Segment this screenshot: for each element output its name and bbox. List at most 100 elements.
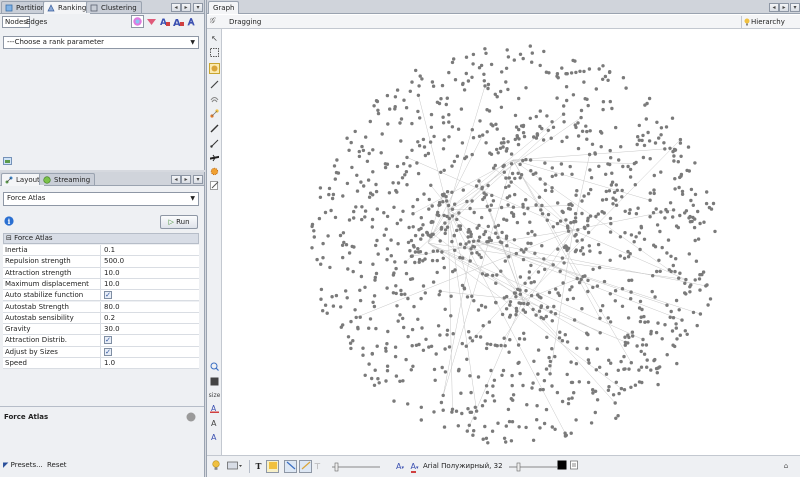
ranking-results-icon[interactable] xyxy=(3,157,12,165)
graph-node xyxy=(635,344,639,348)
property-row[interactable]: Speed 1.0 xyxy=(3,358,199,370)
graph-node xyxy=(531,438,536,442)
brush-icon[interactable] xyxy=(209,80,220,91)
graph-node xyxy=(622,256,627,260)
label-style-icon[interactable]: A xyxy=(209,432,220,443)
property-value[interactable]: 1.0 xyxy=(104,358,115,368)
tab-menu-button[interactable]: ▾ xyxy=(193,3,203,12)
property-value[interactable]: 0.2 xyxy=(104,313,115,323)
label-attribute-icon[interactable] xyxy=(569,460,578,473)
lightbulb-icon[interactable] xyxy=(211,460,221,473)
graph-node xyxy=(626,316,631,320)
graph-node xyxy=(504,307,509,311)
layout-next-button[interactable]: ▸ xyxy=(181,175,191,184)
graph-node xyxy=(414,343,419,347)
tab-graph[interactable]: Graph xyxy=(208,1,240,14)
property-row[interactable]: Gravity 30.0 xyxy=(3,324,199,336)
properties-header[interactable]: ⊟ Force Atlas xyxy=(3,233,199,244)
graph-node xyxy=(558,269,562,273)
presets-button[interactable]: ◤ Presets... xyxy=(3,461,43,469)
size-icon[interactable] xyxy=(145,15,158,28)
font-icon[interactable]: A xyxy=(209,418,220,429)
label-color-swatch[interactable] xyxy=(556,460,567,473)
label-color-icon[interactable]: A xyxy=(158,15,171,28)
gear-icon[interactable] xyxy=(209,167,220,178)
node-labels-toggle-icon[interactable] xyxy=(266,460,279,473)
graph-node xyxy=(674,322,678,326)
tab-prev-button[interactable]: ◂ xyxy=(171,3,181,12)
layout-algorithm-select[interactable]: Force Atlas ▼ xyxy=(3,192,199,206)
font-color-icon[interactable]: A▾ xyxy=(408,460,421,473)
text-tool-icon[interactable]: T xyxy=(253,460,264,473)
screenshot-menu-icon[interactable] xyxy=(227,460,243,473)
heat-icon[interactable] xyxy=(209,95,220,106)
edge-thickness-icon[interactable]: ⊤ xyxy=(313,460,322,473)
graph-node xyxy=(352,245,356,249)
property-checkbox[interactable]: ✓ xyxy=(104,347,112,356)
run-button[interactable]: ▷ Run xyxy=(160,215,198,229)
font-name-label[interactable]: Arial Полужирный, 32 xyxy=(423,460,503,473)
graph-node xyxy=(545,218,549,222)
expand-toolbar-icon[interactable]: ⌂ xyxy=(781,460,791,473)
shortest-path-icon[interactable] xyxy=(209,109,220,120)
layout-prev-button[interactable]: ◂ xyxy=(171,175,181,184)
label-size-icon[interactable]: A xyxy=(172,15,185,29)
property-value[interactable]: 10.0 xyxy=(104,279,120,289)
drag-hand-icon[interactable] xyxy=(209,63,220,74)
graph-node xyxy=(536,348,541,352)
property-row[interactable]: Auto stabilize function ✓ xyxy=(3,290,199,302)
tab-ranking[interactable]: Ranking xyxy=(43,1,92,14)
zoom-reset-icon[interactable] xyxy=(209,362,220,373)
text-color-icon[interactable]: A xyxy=(209,404,220,415)
rank-parameter-select[interactable]: ---Choose a rank parameter ▼ xyxy=(3,36,199,49)
property-row[interactable]: Attraction Distrib. ✓ xyxy=(3,335,199,347)
subtab-edges[interactable]: Edges xyxy=(23,16,50,28)
edge-pencil-icon[interactable] xyxy=(209,139,220,150)
graph-node xyxy=(391,181,395,185)
property-row[interactable]: Attraction strength 10.0 xyxy=(3,267,199,279)
reset-button[interactable]: Reset xyxy=(47,461,67,469)
property-value[interactable]: 10.0 xyxy=(104,268,120,278)
tab-clustering[interactable]: Clustering xyxy=(86,1,142,13)
tab-next-button[interactable]: ▸ xyxy=(181,3,191,12)
graph-prev-button[interactable]: ◂ xyxy=(769,3,779,12)
graph-node xyxy=(634,160,638,165)
property-row[interactable]: Repulsion strength 500.0 xyxy=(3,256,199,268)
edit-node-icon[interactable] xyxy=(209,181,220,192)
edge-scale-slider[interactable] xyxy=(330,460,382,473)
property-row[interactable]: Adjust by Sizes ✓ xyxy=(3,346,199,358)
layout-menu-button[interactable]: ▾ xyxy=(193,175,203,184)
pencil-icon[interactable] xyxy=(209,124,220,135)
edge-labels-toggle-icon[interactable] xyxy=(284,460,297,473)
select-arrow-icon[interactable]: ↖ xyxy=(209,33,220,44)
property-value[interactable]: 500.0 xyxy=(104,256,124,266)
graph-node xyxy=(389,254,393,258)
property-row[interactable]: Inertia 0.1 xyxy=(3,245,199,257)
graph-menu-button[interactable]: ▾ xyxy=(790,3,800,12)
font-size-icon[interactable]: A▾ xyxy=(393,460,407,473)
property-value[interactable]: 0.1 xyxy=(104,245,115,255)
airplane-icon[interactable] xyxy=(209,153,220,164)
property-row[interactable]: Autostab sensibility 0.2 xyxy=(3,312,199,325)
color-icon[interactable] xyxy=(131,15,144,28)
property-row[interactable]: Maximum displacement 10.0 xyxy=(3,278,199,291)
hierarchy-button[interactable]: Hierarchy xyxy=(741,16,800,28)
property-value[interactable]: 30.0 xyxy=(104,324,120,334)
graph-node xyxy=(326,234,330,238)
rect-select-icon[interactable] xyxy=(209,48,220,59)
property-checkbox[interactable]: ✓ xyxy=(104,336,112,345)
label-size-slider[interactable] xyxy=(507,460,559,473)
graph-node xyxy=(683,329,687,333)
property-value[interactable]: 80.0 xyxy=(104,302,120,312)
graph-node xyxy=(502,436,507,440)
tab-streaming[interactable]: Streaming xyxy=(39,173,96,185)
property-row[interactable]: Autostab Strength 80.0 xyxy=(3,301,199,313)
graph-canvas[interactable] xyxy=(223,30,800,455)
graph-node xyxy=(543,188,548,193)
graph-next-button[interactable]: ▸ xyxy=(779,3,789,12)
edge-color-toggle-icon[interactable] xyxy=(299,460,312,473)
label-outline-icon[interactable]: A xyxy=(186,15,199,29)
background-color-icon[interactable] xyxy=(209,377,220,388)
property-checkbox[interactable]: ✓ xyxy=(104,291,112,300)
info-icon[interactable]: i xyxy=(4,216,14,226)
